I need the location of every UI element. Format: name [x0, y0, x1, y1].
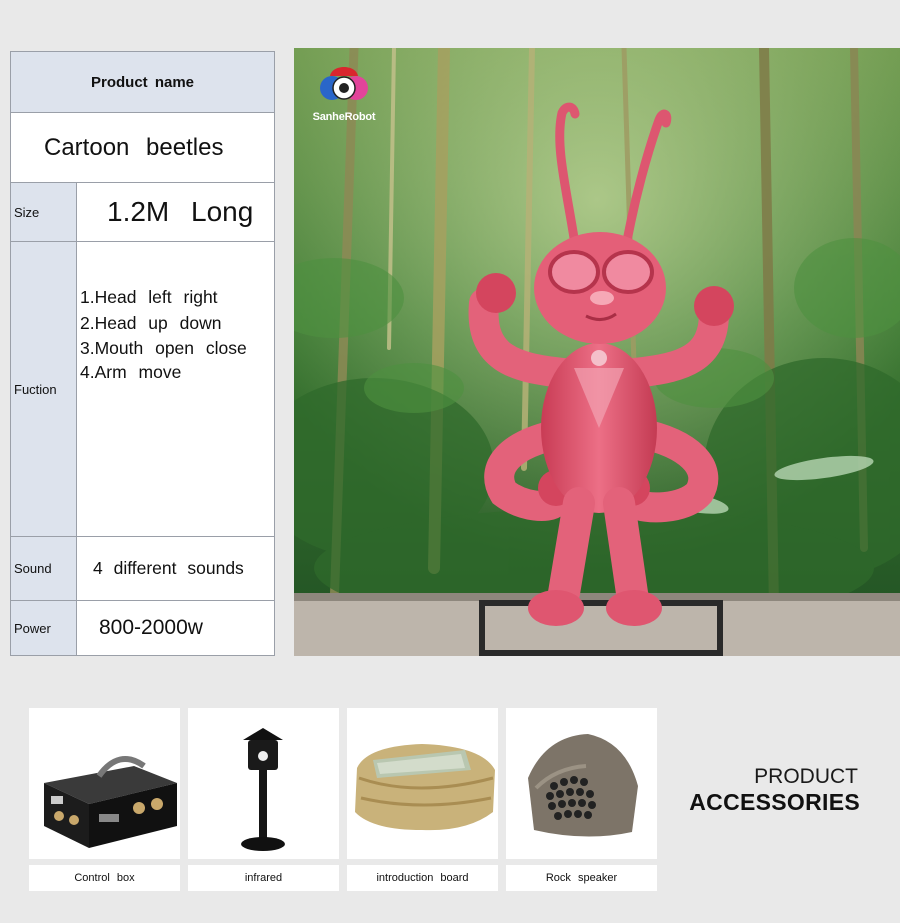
accessory-label: Control box: [29, 865, 180, 891]
infrared-sensor-icon: [188, 708, 339, 859]
rock-speaker-icon: [506, 708, 657, 859]
brand-logo: SanheRobot: [304, 62, 384, 123]
size-label: Size: [11, 183, 77, 242]
function-item: 1.Head left right: [80, 287, 218, 307]
accessories-title-line2: ACCESSORIES: [689, 789, 860, 815]
accessory-introduction-board: introduction board: [347, 708, 498, 891]
beetle-in-forest-illustration: [294, 48, 900, 656]
rock-board-icon: [347, 708, 498, 859]
function-list: 1.Head left right 2.Head up down 3.Mouth…: [77, 242, 274, 537]
sound-label: Sound: [11, 537, 77, 601]
accessory-label: introduction board: [347, 865, 498, 891]
sanhe-robot-logo-icon: [320, 67, 368, 100]
sound-value: 4 different sounds: [77, 537, 274, 601]
spec-table: Product name Cartoon beetles Size 1.2M L…: [10, 51, 275, 656]
product-name-header: Product name: [11, 52, 274, 113]
accessory-control-box: Control box: [29, 708, 180, 891]
size-value: 1.2M Long: [77, 183, 274, 242]
control-box-icon: [29, 708, 180, 859]
accessory-label: infrared: [188, 865, 339, 891]
function-item: 4.Arm move: [80, 362, 182, 382]
accessories-title-line1: PRODUCT: [754, 765, 858, 788]
function-item: 3.Mouth open close: [80, 338, 247, 358]
accessory-label: Rock speaker: [506, 865, 657, 891]
function-item: 2.Head up down: [80, 313, 222, 333]
function-label: Fuction: [11, 242, 77, 537]
product-name-value: Cartoon beetles: [11, 113, 274, 183]
accessory-infrared: infrared: [188, 708, 339, 891]
power-value: 800-2000w: [99, 616, 203, 639]
power-label: Power: [11, 601, 77, 655]
brand-logo-text: SanheRobot: [312, 111, 376, 123]
product-photo: SanheRobot: [294, 48, 900, 656]
accessory-rock-speaker: Rock speaker: [506, 708, 657, 891]
